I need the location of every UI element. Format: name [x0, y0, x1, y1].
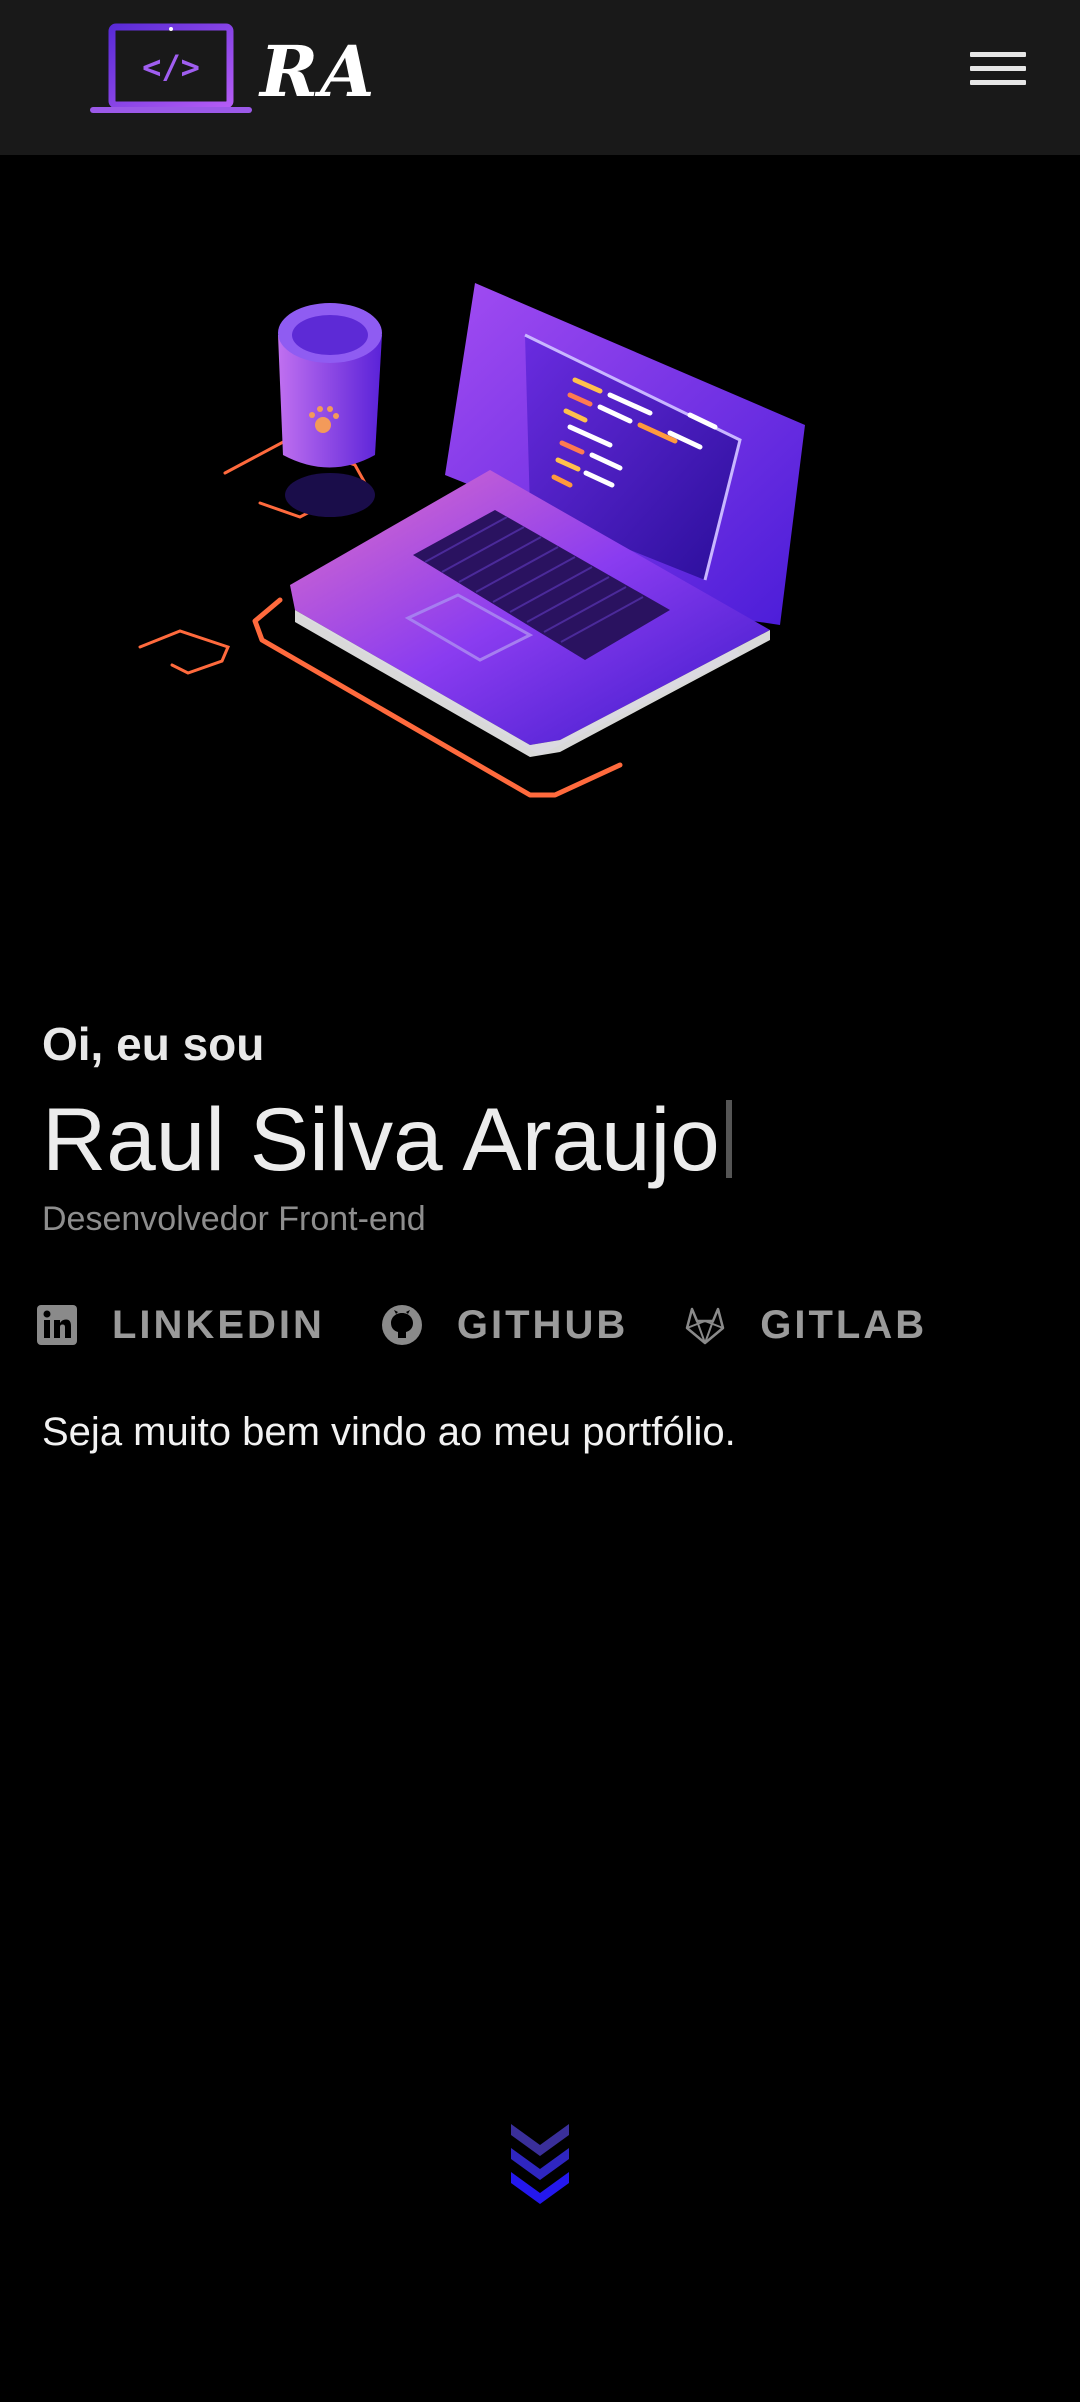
- gitlab-label: GITLAB: [760, 1302, 928, 1347]
- scroll-down-button[interactable]: [505, 2118, 575, 2218]
- menu-icon: [970, 52, 1026, 57]
- gitlab-link[interactable]: GITLAB: [684, 1303, 927, 1348]
- laptop-coffee-illustration: [138, 283, 805, 798]
- developer-role: Desenvolvedor Front-end: [42, 1200, 426, 1238]
- linkedin-link[interactable]: LINKEDIN: [36, 1303, 325, 1348]
- typing-cursor: [725, 1100, 732, 1178]
- logo-initials: RA: [260, 30, 377, 113]
- developer-name-text: Raul Silva Araujo: [42, 1089, 720, 1189]
- laptop-code-logo-icon: </>: [90, 23, 252, 113]
- double-chevron-down-icon: [511, 2124, 569, 2204]
- site-logo[interactable]: </> RA: [88, 22, 388, 122]
- intro-greeting: Oi, eu sou: [42, 1018, 265, 1070]
- welcome-message: Seja muito bem vindo ao meu portfólio.: [42, 1410, 736, 1454]
- linkedin-icon: [37, 1305, 77, 1345]
- gitlab-icon: [685, 1307, 725, 1345]
- hamburger-menu-button[interactable]: [970, 52, 1026, 92]
- social-links: LINKEDIN GITHUB GITLAB: [36, 1300, 983, 1350]
- svg-text:</>: </>: [142, 48, 200, 86]
- github-link[interactable]: GITHUB: [381, 1303, 628, 1348]
- top-bar: </> RA: [0, 0, 1080, 155]
- developer-name: Raul Silva Araujo: [42, 1088, 732, 1191]
- github-label: GITHUB: [456, 1302, 629, 1347]
- linkedin-label: LINKEDIN: [112, 1302, 325, 1347]
- github-icon: [381, 1305, 422, 1345]
